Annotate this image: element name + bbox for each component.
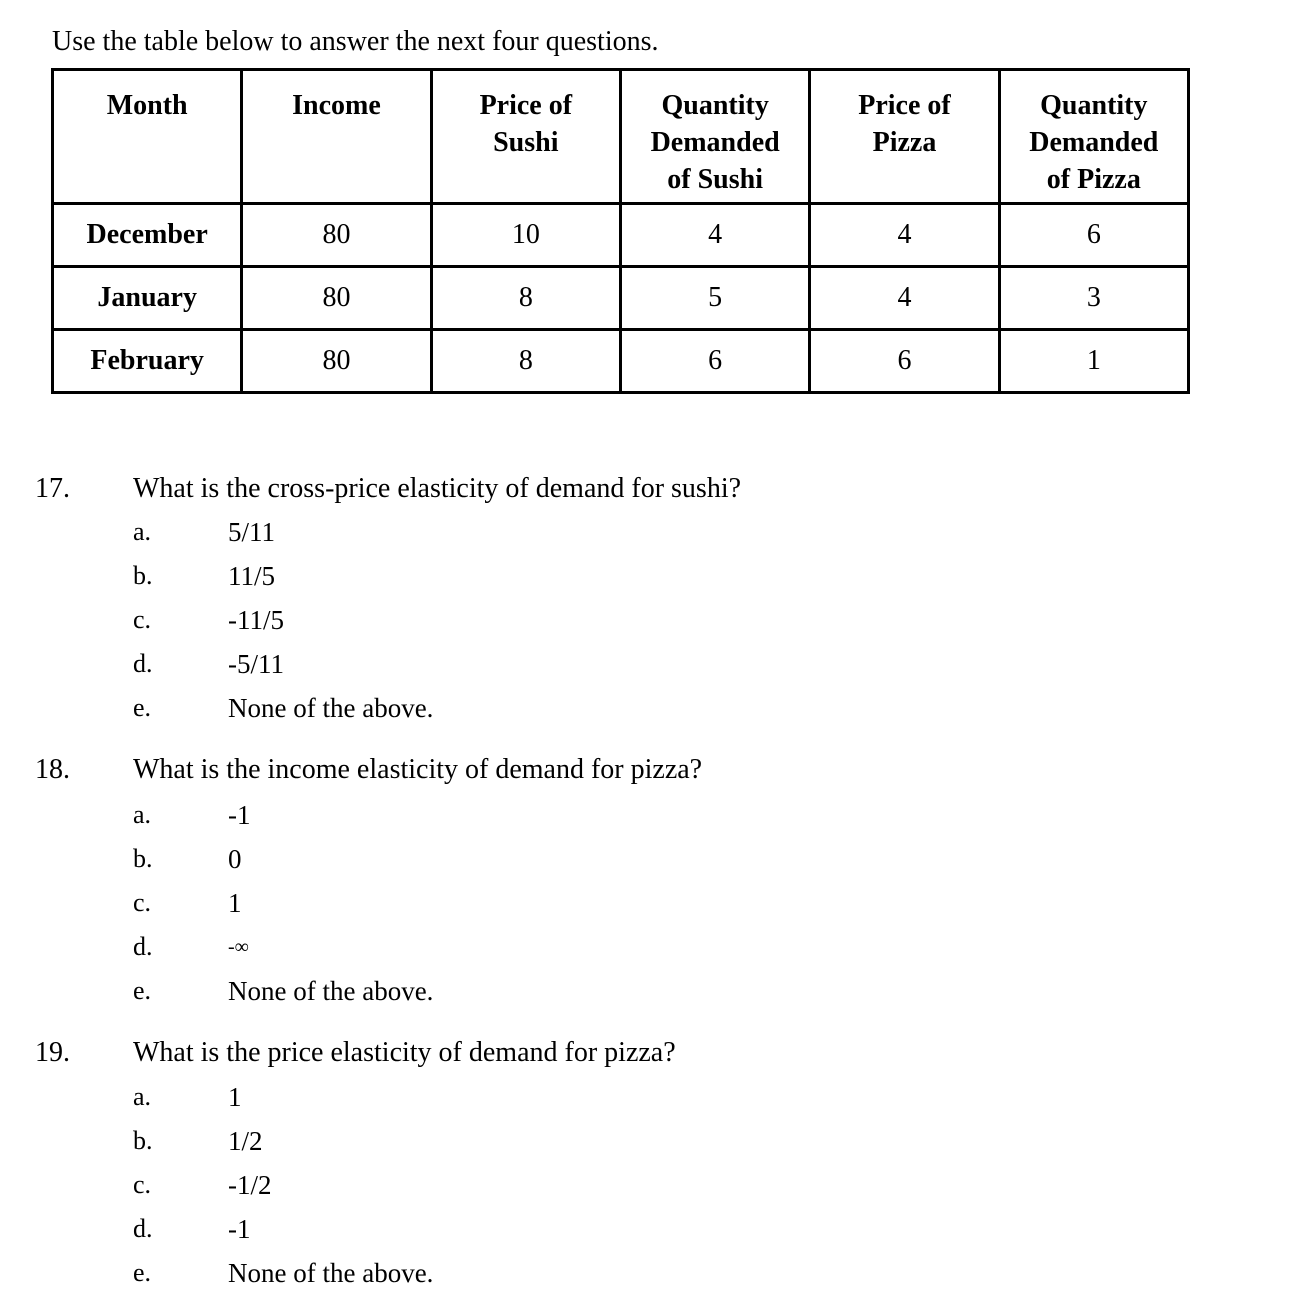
- cell-qty-sushi: 5: [618, 265, 812, 331]
- option-letter: c.: [133, 605, 152, 634]
- data-table: Month Income Price of Sushi Quantity Dem…: [50, 68, 1191, 394]
- table-row: February 80 8 6 6 1: [50, 328, 1191, 394]
- option-c: c. -1/2: [0, 1167, 600, 1203]
- option-letter: d.: [133, 1214, 153, 1243]
- option-value: 0: [228, 844, 242, 874]
- header-line: Demanded: [650, 127, 780, 158]
- instructions-text: Use the table below to answer the next f…: [52, 26, 659, 57]
- header-line: of Pizza: [1046, 164, 1141, 195]
- cell-qty-pizza: 1: [997, 328, 1191, 394]
- option-value: -11/5: [228, 605, 284, 635]
- option-c: c. -11/5: [0, 602, 600, 638]
- option-value: 1: [228, 1082, 242, 1112]
- header-line: Sushi: [493, 127, 559, 158]
- option-d: d. -5/11: [0, 646, 600, 682]
- cell-qty-pizza: 3: [997, 265, 1191, 331]
- option-letter: a.: [133, 1082, 152, 1111]
- table-row: January 80 8 5 4 3: [50, 265, 1191, 331]
- cell-month: December: [50, 202, 244, 268]
- header-line: Month: [106, 90, 188, 121]
- option-letter: d.: [133, 649, 153, 678]
- option-letter: e.: [133, 693, 152, 722]
- question-text: What is the price elasticity of demand f…: [133, 1037, 676, 1068]
- option-b: b. 1/2: [0, 1123, 600, 1159]
- option-e: e. None of the above.: [0, 1255, 600, 1291]
- cell-price-sushi: 8: [429, 265, 622, 331]
- cell-qty-pizza: 6: [997, 202, 1191, 268]
- option-a: a. -1: [0, 797, 600, 833]
- option-value: 1: [228, 888, 242, 918]
- header-line: Income: [292, 90, 381, 121]
- header-line: of Sushi: [667, 164, 763, 195]
- option-value: -1/2: [228, 1170, 272, 1200]
- option-letter: e.: [133, 976, 152, 1005]
- option-value: None of the above.: [228, 976, 434, 1006]
- option-a: a. 5/11: [0, 514, 600, 550]
- table-row: December 80 10 4 4 6: [50, 202, 1191, 268]
- option-value: 5/11: [228, 517, 275, 547]
- cell-qty-sushi: 4: [618, 202, 812, 268]
- option-letter: a.: [133, 517, 152, 546]
- option-letter: a.: [133, 800, 152, 829]
- header-line: Quantity: [1040, 90, 1148, 121]
- cell-month: February: [50, 328, 244, 394]
- header-price-pizza: Price of Pizza: [808, 68, 1001, 205]
- question-number: 19.: [35, 1037, 70, 1068]
- header-line: Price of: [479, 90, 573, 121]
- option-c: c. 1: [0, 885, 600, 921]
- option-b: b. 11/5: [0, 558, 600, 594]
- header-qty-pizza: Quantity Demanded of Pizza: [997, 68, 1191, 205]
- option-letter: b.: [133, 561, 153, 590]
- cell-income: 80: [240, 265, 433, 331]
- cell-price-pizza: 4: [808, 265, 1001, 331]
- option-d: d. -1: [0, 1211, 600, 1247]
- option-value: -5/11: [228, 649, 284, 679]
- option-e: e. None of the above.: [0, 690, 600, 726]
- option-value: None of the above.: [228, 1258, 434, 1288]
- cell-price-pizza: 6: [808, 328, 1001, 394]
- cell-month: January: [50, 265, 244, 331]
- header-line: Price of: [858, 90, 951, 121]
- option-b: b. 0: [0, 841, 600, 877]
- header-income: Income: [240, 68, 433, 205]
- header-month: Month: [50, 68, 244, 205]
- question-text: What is the income elasticity of demand …: [133, 754, 703, 785]
- cell-price-pizza: 4: [808, 202, 1001, 268]
- option-value: None of the above.: [228, 693, 434, 723]
- option-value: -1: [228, 1214, 251, 1244]
- option-letter: d.: [133, 932, 153, 961]
- option-value: 1/2: [228, 1126, 263, 1156]
- cell-price-sushi: 8: [429, 328, 622, 394]
- question-number: 17.: [35, 473, 70, 504]
- option-letter: c.: [133, 1170, 152, 1199]
- header-qty-sushi: Quantity Demanded of Sushi: [618, 68, 812, 205]
- option-letter: b.: [133, 1126, 153, 1155]
- option-letter: e.: [133, 1258, 152, 1287]
- cell-income: 80: [240, 328, 433, 394]
- header-price-sushi: Price of Sushi: [429, 68, 622, 205]
- cell-qty-sushi: 6: [618, 328, 812, 394]
- option-value: -1: [228, 800, 251, 830]
- header-line: Demanded: [1029, 127, 1159, 158]
- table-header-row: Month Income Price of Sushi Quantity Dem…: [50, 68, 1191, 205]
- cell-price-sushi: 10: [429, 202, 622, 268]
- option-a: a. 1: [0, 1079, 600, 1115]
- cell-income: 80: [240, 202, 433, 268]
- option-value: 11/5: [228, 561, 275, 591]
- option-d: d. -∞: [0, 929, 600, 965]
- option-letter: b.: [133, 844, 153, 873]
- option-e: e. None of the above.: [0, 973, 600, 1009]
- option-letter: c.: [133, 888, 152, 917]
- question-number: 18.: [35, 754, 70, 785]
- option-value: -∞: [228, 936, 249, 958]
- header-line: Pizza: [872, 127, 937, 158]
- header-line: Quantity: [661, 90, 769, 121]
- question-text: What is the cross-price elasticity of de…: [133, 473, 742, 504]
